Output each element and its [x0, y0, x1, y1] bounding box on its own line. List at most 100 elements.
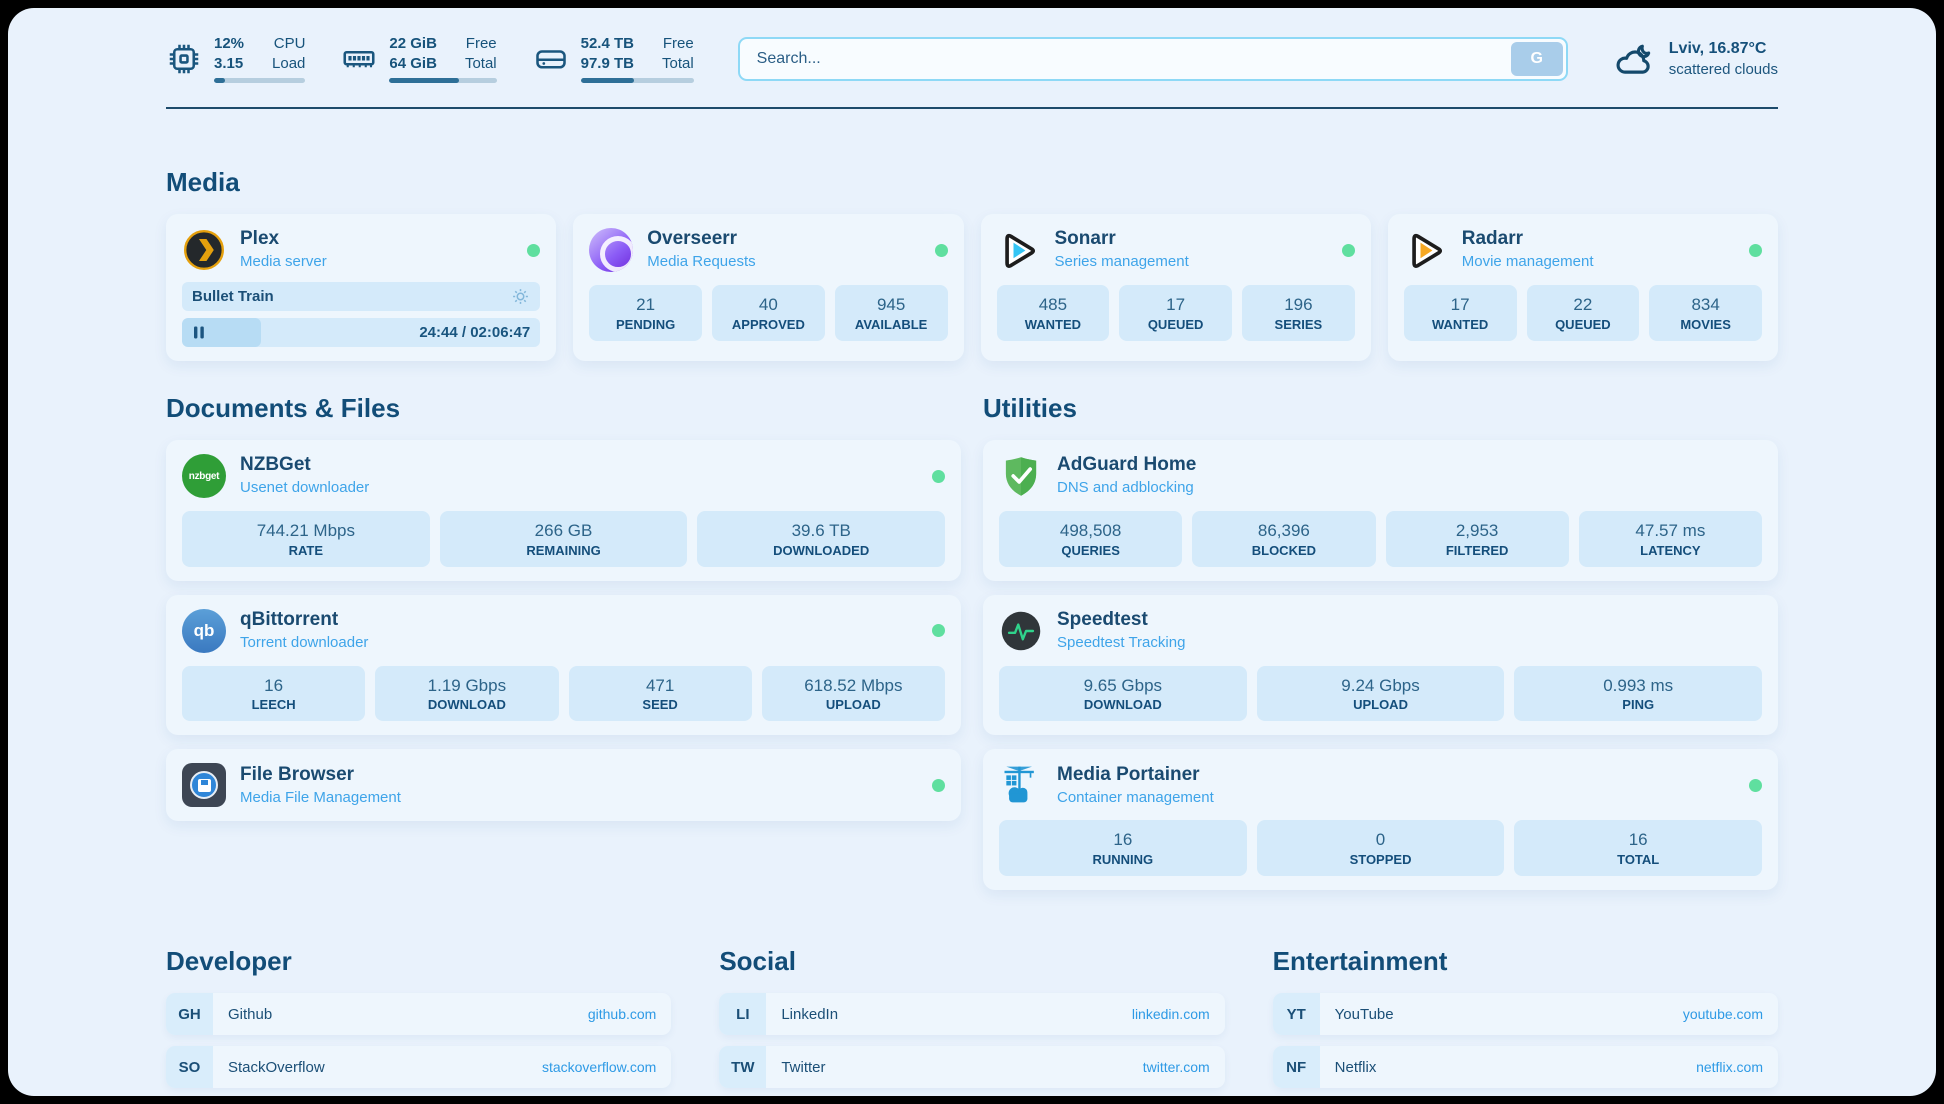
section-media: Media Plex Media server B	[166, 167, 1778, 361]
stat-wanted: 17 WANTED	[1404, 285, 1517, 341]
status-dot	[932, 779, 945, 792]
search-input[interactable]	[743, 50, 1511, 68]
stat-rate: 744.21 Mbps RATE	[182, 511, 430, 567]
bookmark-twitter[interactable]: TW Twitter twitter.com	[719, 1046, 1224, 1088]
status-dot	[527, 244, 540, 257]
filebrowser-card[interactable]: File Browser Media File Management	[166, 749, 961, 821]
stat-value: 21	[593, 293, 698, 317]
memory-progress-track	[389, 78, 496, 83]
radarr-icon	[1404, 228, 1448, 272]
stat-label: MOVIES	[1653, 317, 1758, 334]
cpu-widget: 12% CPU 3.15 Load	[166, 34, 305, 83]
card-subtitle: Media Requests	[647, 252, 755, 272]
plex-icon	[182, 228, 226, 272]
stat-value: 1.19 Gbps	[379, 674, 554, 698]
disk-widget: 52.4 TB Free 97.9 TB Total	[533, 34, 694, 83]
stat-value: 16	[1003, 828, 1243, 852]
bookmark-url: github.com	[588, 1006, 656, 1022]
stat-label: QUEUED	[1531, 317, 1636, 334]
sonarr-card[interactable]: Sonarr Series management 485 WANTED 17 Q…	[981, 214, 1371, 361]
qbittorrent-card[interactable]: qb qBittorrent Torrent downloader 16 LEE…	[166, 595, 961, 736]
bookmark-stackoverflow[interactable]: SO StackOverflow stackoverflow.com	[166, 1046, 671, 1088]
stat-label: REMAINING	[444, 543, 684, 560]
stat-movies: 834 MOVIES	[1649, 285, 1762, 341]
gear-icon[interactable]	[511, 287, 530, 306]
search-bar[interactable]: G	[738, 37, 1568, 81]
stat-label: LEECH	[186, 697, 361, 714]
weather-condition: scattered clouds	[1669, 60, 1778, 80]
bookmark-abbr: GH	[166, 993, 213, 1035]
bookmark-abbr: YT	[1273, 993, 1320, 1035]
stat-blocked: 86,396 BLOCKED	[1192, 511, 1375, 567]
bookmark-youtube[interactable]: YT YouTube youtube.com	[1273, 993, 1778, 1035]
card-subtitle: Media server	[240, 252, 327, 272]
nzbget-card[interactable]: nzbget NZBGet Usenet downloader 744.21 M…	[166, 440, 961, 581]
playback-progress-bar[interactable]: 24:44 / 02:06:47	[182, 318, 540, 347]
stat-label: RUNNING	[1003, 852, 1243, 869]
playback-time: 24:44 / 02:06:47	[419, 324, 540, 341]
bookmark-abbr: LI	[719, 993, 766, 1035]
bookmark-abbr: SO	[166, 1046, 213, 1088]
bookmark-netflix[interactable]: NF Netflix netflix.com	[1273, 1046, 1778, 1088]
card-subtitle: DNS and adblocking	[1057, 478, 1196, 498]
stat-label: PENDING	[593, 317, 698, 334]
card-subtitle: Usenet downloader	[240, 478, 369, 498]
stat-value: 0.993 ms	[1518, 674, 1758, 698]
disk-icon	[533, 41, 569, 77]
card-title: AdGuard Home	[1057, 454, 1196, 477]
stat-latency: 47.57 ms LATENCY	[1579, 511, 1762, 567]
bookmark-url: netflix.com	[1696, 1059, 1763, 1075]
documents-section-title: Documents & Files	[166, 393, 961, 424]
stat-value: 945	[839, 293, 944, 317]
stat-value: 86,396	[1196, 519, 1371, 543]
status-dot	[1342, 244, 1355, 257]
disk-progress-track	[581, 78, 694, 83]
card-title: Radarr	[1462, 228, 1594, 251]
nzbget-icon: nzbget	[182, 454, 226, 498]
bookmark-github[interactable]: GH Github github.com	[166, 993, 671, 1035]
stat-label: WANTED	[1001, 317, 1106, 334]
stat-value: 22	[1531, 293, 1636, 317]
disk-label-1: Free	[662, 34, 694, 54]
developer-group-title: Developer	[166, 946, 671, 977]
plex-card[interactable]: Plex Media server Bullet Train	[166, 214, 556, 361]
card-title: Plex	[240, 228, 327, 251]
card-subtitle: Series management	[1055, 252, 1189, 272]
card-title: Sonarr	[1055, 228, 1189, 251]
pause-icon[interactable]	[193, 326, 205, 339]
memory-progress-fill	[389, 78, 459, 83]
status-dot	[932, 624, 945, 637]
stat-download: 9.65 Gbps DOWNLOAD	[999, 666, 1247, 722]
speedtest-card[interactable]: Speedtest Speedtest Tracking 9.65 Gbps D…	[983, 595, 1778, 736]
stat-value: 16	[186, 674, 361, 698]
stat-downloaded: 39.6 TB DOWNLOADED	[697, 511, 945, 567]
memory-label-2: Total	[465, 54, 497, 74]
stat-value: 40	[716, 293, 821, 317]
stat-label: SEED	[573, 697, 748, 714]
disk-label-2: Total	[662, 54, 694, 74]
cpu-usage: 12%	[214, 34, 244, 54]
stat-leech: 16 LEECH	[182, 666, 365, 722]
status-dot	[932, 470, 945, 483]
adguard-card[interactable]: AdGuard Home DNS and adblocking 498,508 …	[983, 440, 1778, 581]
bookmarks: Developer GH Github github.com SO StackO…	[166, 946, 1778, 1096]
card-title: qBittorrent	[240, 609, 368, 632]
stat-value: 618.52 Mbps	[766, 674, 941, 698]
stat-label: SERIES	[1246, 317, 1351, 334]
status-dot	[1749, 779, 1762, 792]
memory-total: 64 GiB	[389, 54, 437, 74]
bookmark-linkedin[interactable]: LI LinkedIn linkedin.com	[719, 993, 1224, 1035]
overseerr-card[interactable]: Overseerr Media Requests 21 PENDING 40 A…	[573, 214, 963, 361]
stat-label: DOWNLOAD	[379, 697, 554, 714]
bookmark-url: twitter.com	[1143, 1059, 1210, 1075]
stat-label: TOTAL	[1518, 852, 1758, 869]
bookmark-name: Netflix	[1335, 1059, 1377, 1076]
card-subtitle: Torrent downloader	[240, 633, 368, 653]
search-engine-button[interactable]: G	[1511, 42, 1563, 76]
card-title: Media Portainer	[1057, 764, 1214, 787]
bookmark-group-social: Social LI LinkedIn linkedin.com TW Twitt…	[719, 946, 1224, 1096]
portainer-card[interactable]: Media Portainer Container management 16 …	[983, 749, 1778, 890]
bookmark-name: Twitter	[781, 1059, 825, 1076]
top-bar: 12% CPU 3.15 Load	[166, 34, 1778, 83]
radarr-card[interactable]: Radarr Movie management 17 WANTED 22 QUE…	[1388, 214, 1778, 361]
